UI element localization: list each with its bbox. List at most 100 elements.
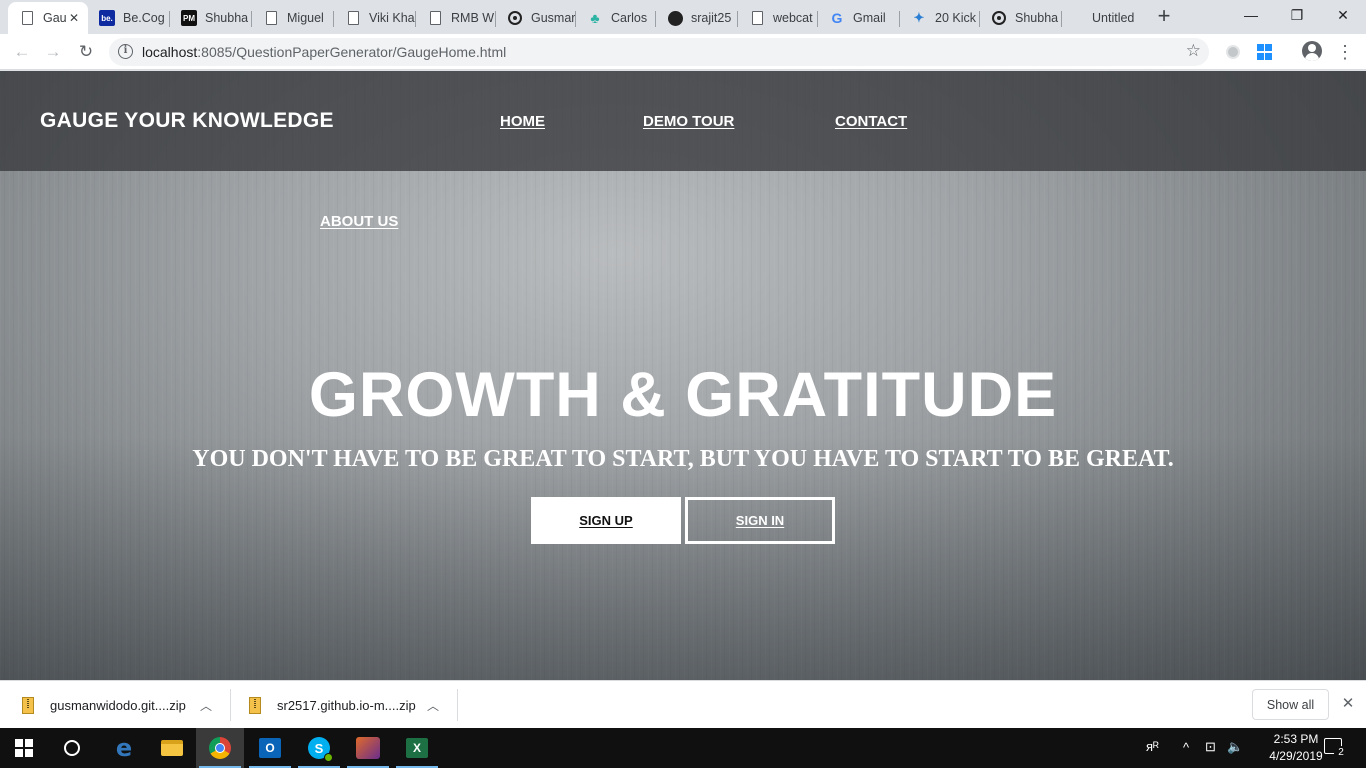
chrome-icon [209,737,231,759]
tab-viki[interactable]: Viki Kha [334,2,416,34]
excel-icon: X [406,738,428,758]
tab-srajit[interactable]: srajit25 [656,2,738,34]
tab-carlos[interactable]: ♣ Carlos [576,2,656,34]
tab-webcat[interactable]: webcat [738,2,818,34]
kick-icon: ✦ [913,10,925,25]
address-bar[interactable]: i localhost:8085/QuestionPaperGenerator/… [109,38,1209,66]
close-window-button[interactable]: ✕ [1320,0,1366,30]
sign-in-button[interactable]: SIGN IN [685,497,835,544]
tab-becog[interactable]: be. Be.Cog [88,2,170,34]
hero-title: GROWTH & GRATITUDE [308,360,1058,430]
maximize-button[interactable]: ❐ [1274,0,1320,30]
back-button[interactable]: ← [10,40,34,64]
cortana-button[interactable] [48,728,96,768]
reload-button[interactable]: ↻ [74,40,98,64]
behance-icon: be. [99,10,115,26]
tab-gmail[interactable]: G Gmail [818,2,900,34]
chevron-up-icon[interactable]: ^ [1183,740,1189,755]
taskbar-file-explorer[interactable] [148,728,196,768]
nav-demo-tour-link[interactable]: DEMO TOUR [643,113,734,130]
download-item[interactable]: gusmanwidodo.git....zip ︿ [22,681,222,729]
download-item[interactable]: sr2517.github.io-m....zip ︿ [249,681,449,729]
nav-about-us-link[interactable]: ABOUT US [320,213,398,230]
skype-icon: S [308,737,333,762]
doc-icon [263,10,279,26]
bookmark-star-icon[interactable]: ☆ [1186,41,1201,61]
ring-icon [991,10,1007,26]
tab-gusman[interactable]: Gusmar [496,2,576,34]
cortana-icon [64,740,80,756]
pm-icon: PM [181,10,197,26]
tab-title: Gmail [853,11,886,25]
new-tab-button[interactable]: + [1152,5,1176,29]
close-icon[interactable]: ✕ [1339,695,1357,713]
sign-up-button[interactable]: SIGN UP [531,497,681,544]
taskbar-game[interactable] [344,728,392,768]
taskbar-edge[interactable]: e [100,728,148,768]
profile-avatar-icon[interactable] [1302,41,1322,61]
tab-shubha-1[interactable]: PM Shubha [170,2,252,34]
page-viewport: GAUGE YOUR KNOWLEDGE HOME DEMO TOUR CONT… [0,71,1366,680]
forward-button[interactable]: → [41,40,65,64]
tab-title: Carlos [611,11,648,25]
tab-miguel[interactable]: Miguel [252,2,334,34]
hero-subtitle: YOU DON'T HAVE TO BE GREAT TO START, BUT… [192,446,1174,472]
download-shelf: gusmanwidodo.git....zip ︿ sr2517.github.… [0,680,1366,728]
doc-icon [427,10,443,26]
tab-untitled[interactable]: Untitled [1062,2,1140,34]
browser-menu-icon[interactable]: ⋮ [1336,40,1354,64]
notification-count-badge: 2 [1334,746,1348,760]
nav-contact-link[interactable]: CONTACT [835,113,907,130]
tab-rmb[interactable]: RMB W [416,2,496,34]
download-filename: sr2517.github.io-m....zip [277,697,416,713]
tab-title: Viki Kha [369,11,415,25]
zip-file-icon [22,696,34,714]
doc-icon [19,10,35,26]
taskbar-chrome[interactable] [196,728,244,768]
tab-gauge-home[interactable]: Gau ✕ [8,2,88,34]
folder-icon [161,740,183,756]
url-text[interactable]: localhost:8085/QuestionPaperGenerator/Ga… [142,44,506,60]
game-icon [356,737,380,759]
tab-title: Miguel [287,11,324,25]
nav-home-link[interactable]: HOME [500,113,545,130]
network-icon[interactable]: ⊡ [1205,739,1216,755]
url-host: localhost [142,44,198,60]
windows-extension-icon[interactable] [1255,42,1275,62]
tab-title: Shubha [205,11,249,25]
github-icon [667,10,683,26]
site-brand[interactable]: GAUGE YOUR KNOWLEDGE [40,109,334,133]
google-icon: G [831,10,843,26]
tab-title: srajit25 [691,11,732,25]
tab-20-kick[interactable]: ✦ 20 Kick [900,2,980,34]
tab-title: Be.Cog [123,11,165,25]
start-button[interactable] [0,728,48,768]
taskbar-skype[interactable]: S [295,728,343,768]
url-path: :8085/QuestionPaperGenerator/GaugeHome.h… [197,44,507,60]
extension-circle-icon[interactable] [1223,42,1243,62]
windows-logo-icon [15,739,33,757]
doc-icon [345,10,361,26]
info-icon[interactable]: i [118,44,133,59]
tab-title: RMB W [451,11,495,25]
download-filename: gusmanwidodo.git....zip [50,697,186,713]
show-all-button[interactable]: Show all [1252,689,1329,720]
volume-icon[interactable]: 🔈 [1227,739,1243,755]
outlook-icon: O [259,738,281,758]
chevron-up-icon[interactable]: ︿ [200,697,212,714]
tab-title: 20 Kick [935,11,976,25]
browser-tab-strip: Gau ✕ be. Be.Cog PM Shubha Miguel Viki K… [0,0,1366,34]
taskbar-excel[interactable]: X [393,728,441,768]
online-status-dot [324,753,333,762]
taskbar-outlook[interactable]: O [246,728,294,768]
divider [230,689,231,721]
tab-title: Shubha [1015,11,1059,25]
tab-shubha-2[interactable]: Shubha [980,2,1062,34]
people-icon[interactable]: ᴙᴿ [1146,739,1159,754]
tab-title: Gau [43,11,67,25]
browser-toolbar: ← → ↻ i localhost:8085/QuestionPaperGene… [0,34,1366,70]
cactus-icon: ♣ [590,10,600,26]
chevron-up-icon[interactable]: ︿ [427,697,439,714]
close-icon[interactable]: ✕ [66,10,82,26]
minimize-button[interactable]: — [1228,0,1274,30]
